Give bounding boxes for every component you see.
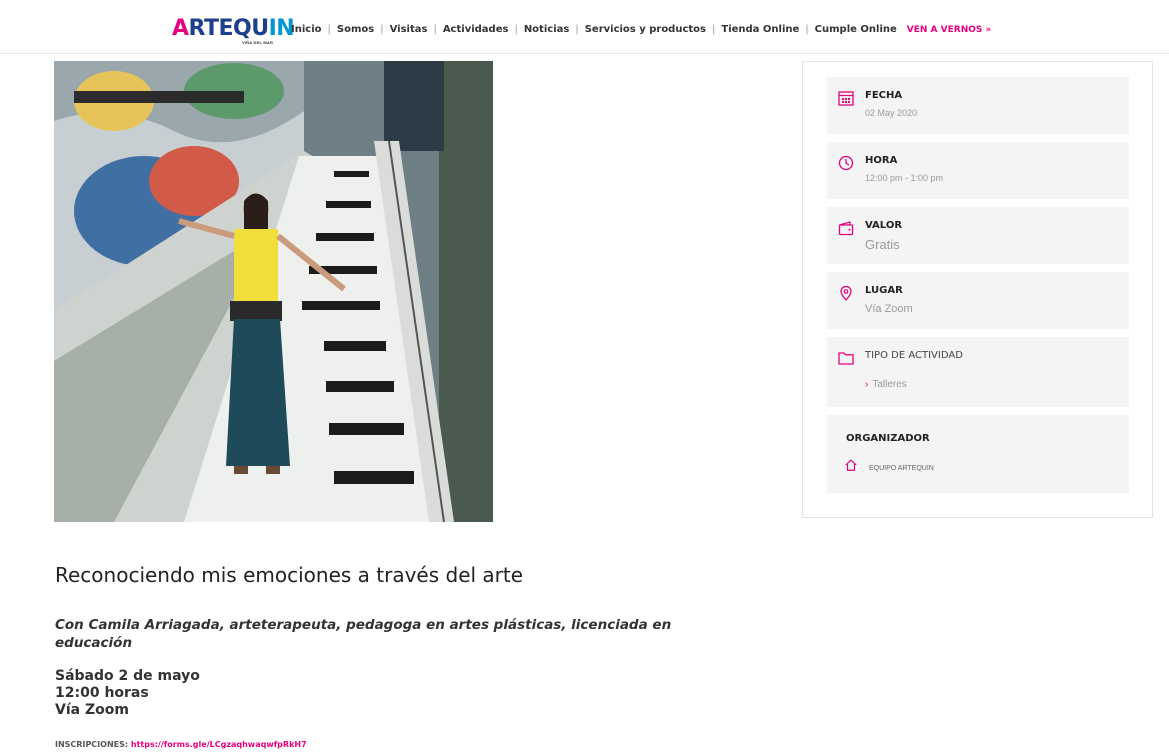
hora-value: 12:00 pm - 1:00 pm <box>865 173 944 183</box>
inscripciones: INSCRIPCIONES: https://forms.gle/LCgzaqh… <box>55 740 307 749</box>
lugar-value: Vía Zoom <box>865 303 913 315</box>
nav-inicio[interactable]: Inicio <box>291 24 322 35</box>
clock-icon <box>838 155 854 171</box>
organizador-label: ORGANIZADOR <box>846 433 930 444</box>
logo-subtitle: VIÑA DEL MAR <box>242 40 274 45</box>
nav-somos[interactable]: Somos <box>337 24 374 35</box>
event-place: Vía Zoom <box>55 702 129 718</box>
logo-wordmark: ARTEQUIN <box>172 16 295 41</box>
organizador-panel: ORGANIZADOR EQUIPO ARTEQUIN <box>827 415 1129 493</box>
nav-noticias[interactable]: Noticias <box>524 24 570 35</box>
event-details: Sábado 2 de mayo 12:00 horas Vía Zoom <box>55 668 200 719</box>
event-date: Sábado 2 de mayo <box>55 668 200 684</box>
inscripciones-label: INSCRIPCIONES: <box>55 740 129 749</box>
event-details-card: FECHA 02 May 2020 HORA 12:00 pm - 1:00 p… <box>802 61 1153 518</box>
fecha-value: 02 May 2020 <box>865 108 918 118</box>
wallet-icon <box>838 221 854 236</box>
location-pin-icon <box>840 285 852 301</box>
event-title: Reconociendo mis emociones a través del … <box>55 563 524 587</box>
event-photo <box>54 61 493 522</box>
tipo-actividad-label: TIPO DE ACTIVIDAD <box>865 350 963 361</box>
tipo-actividad-panel: TIPO DE ACTIVIDAD › Talleres <box>827 337 1129 407</box>
top-navigation-bar: ARTEQUIN VIÑA DEL MAR Inicio | Somos | Vis… <box>0 0 1169 54</box>
artequin-logo[interactable]: ARTEQUIN VIÑA DEL MAR <box>172 16 295 48</box>
talleres-link[interactable]: › Talleres <box>865 379 907 390</box>
ven-a-vernos-link[interactable]: VEN A VERNOS » <box>907 25 992 35</box>
photo-illustration <box>54 61 493 522</box>
valor-value: Gratis <box>865 237 900 252</box>
hora-label: HORA <box>865 155 898 166</box>
lugar-panel: LUGAR Vía Zoom <box>827 272 1129 329</box>
valor-label: VALOR <box>865 220 903 231</box>
calendar-icon <box>838 91 854 106</box>
nav-cumple-online[interactable]: Cumple Online <box>815 24 897 35</box>
organizador-value[interactable]: EQUIPO ARTEQUIN <box>869 465 934 472</box>
fecha-label: FECHA <box>865 90 903 101</box>
fecha-panel: FECHA 02 May 2020 <box>827 77 1129 134</box>
folder-icon <box>838 352 854 365</box>
event-subtitle: Con Camila Arriagada, arteterapeuta, ped… <box>55 617 672 651</box>
nav-actividades[interactable]: Actividades <box>443 24 509 35</box>
hora-panel: HORA 12:00 pm - 1:00 pm <box>827 142 1129 199</box>
nav-servicios-y-productos[interactable]: Servicios y productos <box>585 24 706 35</box>
inscripciones-link[interactable]: https://forms.gle/LCgzaqhwaqwfpRkH7 <box>131 740 307 749</box>
nav-tienda-online[interactable]: Tienda Online <box>721 24 799 35</box>
event-time: 12:00 horas <box>55 685 149 701</box>
talleres-text: Talleres <box>872 379 907 390</box>
valor-panel: VALOR Gratis <box>827 207 1129 264</box>
home-icon <box>845 459 857 471</box>
main-menu: Inicio | Somos | Visitas | Actividades | Not… <box>291 24 992 35</box>
nav-visitas[interactable]: Visitas <box>390 24 428 35</box>
lugar-label: LUGAR <box>865 285 903 296</box>
chevron-right-icon: › <box>865 379 869 390</box>
